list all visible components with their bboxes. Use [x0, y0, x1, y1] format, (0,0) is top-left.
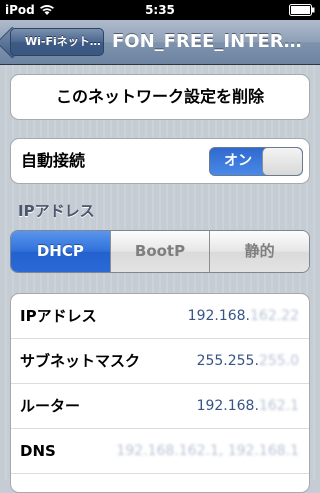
router-label: ルーター [20, 397, 81, 415]
router-value-masked: 162.1 [258, 398, 299, 414]
forget-network-label: このネットワーク設定を削除 [55, 87, 264, 106]
table-row-subnet: サブネットマスク 255.255.255.0 [11, 339, 309, 384]
subnet-value: 255.255.255.0 [196, 353, 299, 369]
navigation-bar: Wi-Fiネット… FON_FREE_INTER… [0, 20, 320, 65]
dns-value-masked: 192.168.162.1, 192.168.1 [116, 443, 299, 459]
ip-label: IPアドレス [20, 307, 97, 325]
subnet-label: サブネットマスク [20, 352, 141, 370]
dns-label: DNS [20, 442, 56, 460]
table-row-router: ルーター 192.168.162.1 [11, 384, 309, 429]
battery-icon [289, 4, 315, 16]
auto-join-toggle[interactable]: オン [209, 147, 303, 176]
table-row-ip: IPアドレス 192.168.162.22 [11, 294, 309, 339]
network-info-table: IPアドレス 192.168.162.22 サブネットマスク 255.255.2… [10, 293, 310, 493]
status-bar: iPod 5:35 [0, 0, 320, 20]
segment-dhcp[interactable]: DHCP [11, 231, 110, 272]
clock: 5:35 [145, 3, 175, 17]
dns-value: 192.168.162.1, 192.168.1 [116, 429, 299, 473]
table-row-dns: DNS 192.168.162.1, 192.168.1 [11, 429, 309, 474]
ip-value-masked: 162.22 [250, 308, 299, 324]
ip-section-header: IPアドレス [18, 202, 95, 220]
auto-join-label: 自動接続 [21, 151, 86, 170]
auto-join-cell: 自動接続 オン [10, 138, 310, 184]
ip-value: 192.168.162.22 [187, 308, 299, 324]
ip-mode-segmented-control: DHCP BootP 静的 [10, 230, 310, 273]
segment-static[interactable]: 静的 [209, 231, 309, 272]
toggle-state-label: オン [224, 153, 252, 169]
toggle-knob[interactable] [262, 148, 302, 175]
back-button-label: Wi-Fiネット… [25, 35, 101, 48]
subnet-value-masked: 255.0 [258, 353, 299, 369]
segment-bootp[interactable]: BootP [109, 231, 210, 272]
page-title: FON_FREE_INTER… [112, 31, 302, 52]
router-value: 192.168.162.1 [196, 398, 299, 414]
back-button[interactable]: Wi-Fiネット… [0, 26, 104, 59]
forget-network-button[interactable]: このネットワーク設定を削除 [10, 74, 310, 120]
